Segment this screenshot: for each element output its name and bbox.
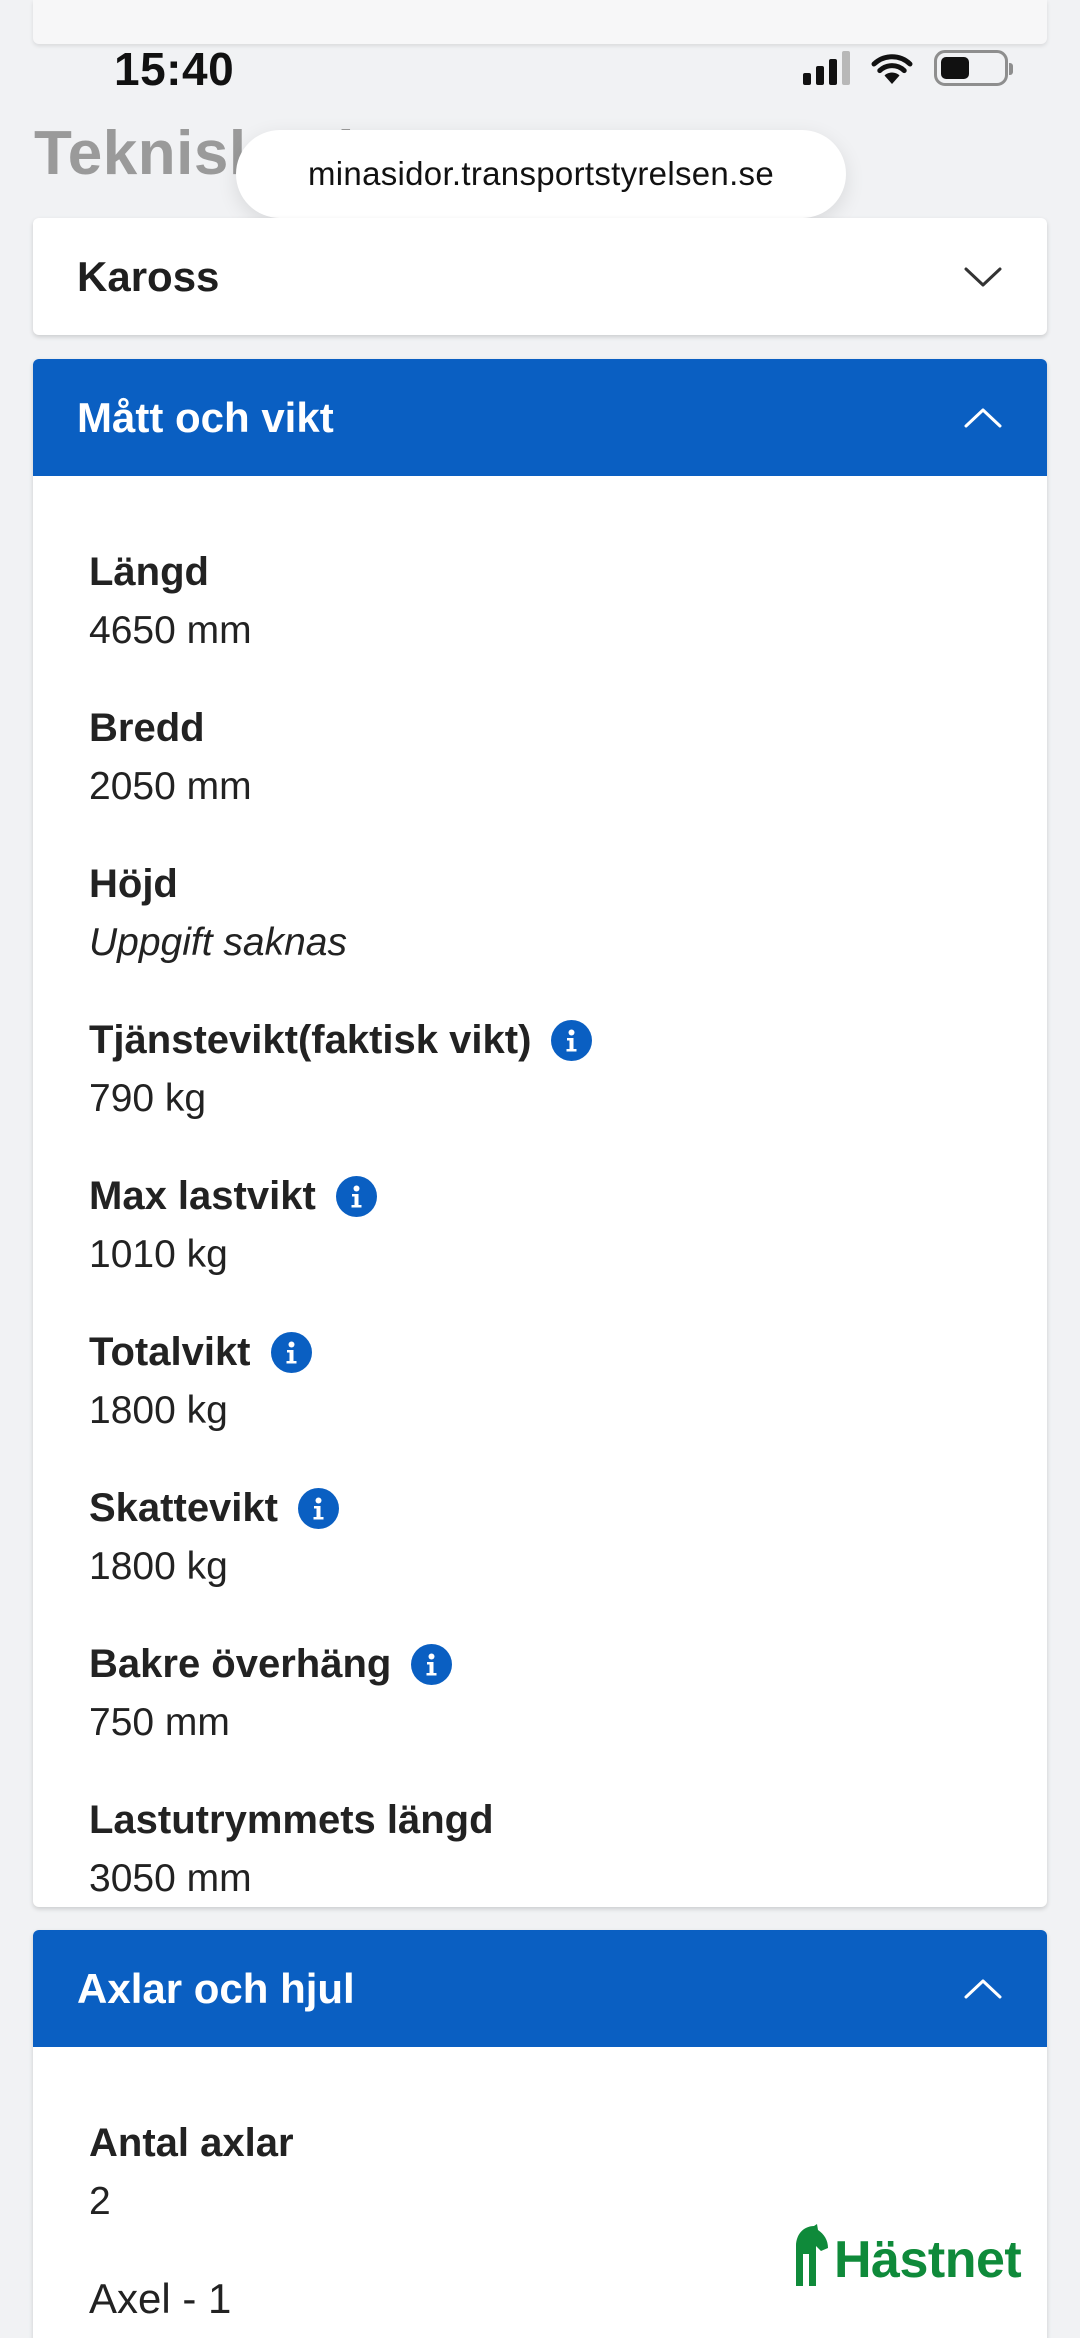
field-label: Bredd xyxy=(89,706,205,750)
horse-head-icon xyxy=(796,2224,828,2286)
field-hojd: Höjd Uppgift saknas xyxy=(89,858,991,970)
field-label: Bakre överhäng xyxy=(89,1642,392,1686)
field-langd: Längd 4650 mm xyxy=(89,546,991,658)
chevron-down-icon xyxy=(963,257,1003,297)
field-value: 3050 mm xyxy=(89,1857,252,1900)
field-value: 2 xyxy=(89,2180,111,2223)
section-kaross-header[interactable]: Kaross xyxy=(33,218,1047,335)
info-icon[interactable] xyxy=(551,1019,593,1061)
field-value-missing: Uppgift saknas xyxy=(89,921,347,964)
field-bredd: Bredd 2050 mm xyxy=(89,702,991,814)
field-value: 1010 kg xyxy=(89,1233,228,1276)
previous-card-fragment xyxy=(33,0,1047,44)
field-label: Max lastvikt xyxy=(89,1174,316,1218)
field-value: 790 kg xyxy=(89,1077,207,1120)
section-matt-och-vikt: Mått och vikt Längd 4650 mm Bredd 2050 m… xyxy=(33,359,1047,1907)
info-icon[interactable] xyxy=(335,1175,377,1217)
chevron-up-icon xyxy=(963,398,1003,438)
status-time: 15:40 xyxy=(114,43,235,95)
field-value: 4650 mm xyxy=(89,609,252,652)
field-bakre-overhang: Bakre överhäng 750 mm xyxy=(89,1638,991,1750)
field-label: Längd xyxy=(89,550,209,594)
field-label: Höjd xyxy=(89,862,178,906)
browser-url-bar[interactable]: minasidor.transportstyrelsen.se xyxy=(236,130,846,218)
field-antal-axlar: Antal axlar 2 xyxy=(89,2117,991,2229)
screen: 15:40 Tekniska data minasidor.transports… xyxy=(0,0,1080,2338)
section-kaross-title: Kaross xyxy=(77,252,220,300)
field-value: 1800 kg xyxy=(89,1389,228,1432)
field-skattevikt: Skattevikt 1800 kg xyxy=(89,1482,991,1594)
info-icon[interactable] xyxy=(411,1643,453,1685)
battery-icon xyxy=(934,50,1013,86)
watermark-text: Hästnet xyxy=(834,2231,1022,2289)
chevron-up-icon xyxy=(963,1969,1003,2009)
section-axlar-och-hjul-header[interactable]: Axlar och hjul xyxy=(33,1930,1047,2047)
section-matt-och-vikt-body: Längd 4650 mm Bredd 2050 mm Höjd Uppgift… xyxy=(33,476,1047,1907)
field-totalvikt: Totalvikt 1800 kg xyxy=(89,1326,991,1438)
field-value: 1800 kg xyxy=(89,1545,228,1588)
field-label: Lastutrymmets längd xyxy=(89,1798,494,1842)
field-label: Antal axlar xyxy=(89,2121,294,2165)
field-value: 750 mm xyxy=(89,1701,230,1744)
field-tjanstevikt: Tjänstevikt(faktisk vikt) 790 kg xyxy=(89,1014,991,1126)
field-value: 2050 mm xyxy=(89,765,252,808)
wifi-icon xyxy=(871,54,913,84)
hastnet-watermark-logo: Hästnet xyxy=(790,2224,1022,2289)
section-kaross: Kaross xyxy=(33,218,1047,335)
section-matt-och-vikt-header[interactable]: Mått och vikt xyxy=(33,359,1047,476)
info-icon[interactable] xyxy=(297,1487,339,1529)
section-matt-och-vikt-title: Mått och vikt xyxy=(77,393,334,441)
field-label: Skattevikt xyxy=(89,1486,278,1530)
field-max-lastvikt: Max lastvikt 1010 kg xyxy=(89,1170,991,1282)
field-label: Totalvikt xyxy=(89,1330,251,1374)
info-icon[interactable] xyxy=(270,1331,312,1373)
status-icons xyxy=(803,50,1013,86)
field-lastutrymmets-langd: Lastutrymmets längd 3050 mm xyxy=(89,1794,991,1906)
cellular-signal-icon xyxy=(803,51,850,85)
field-label: Tjänstevikt(faktisk vikt) xyxy=(89,1018,532,1062)
section-axlar-och-hjul-body: Antal axlar 2 Axel - 1 xyxy=(33,2047,1047,2338)
section-axlar-och-hjul-title: Axlar och hjul xyxy=(77,1964,355,2012)
